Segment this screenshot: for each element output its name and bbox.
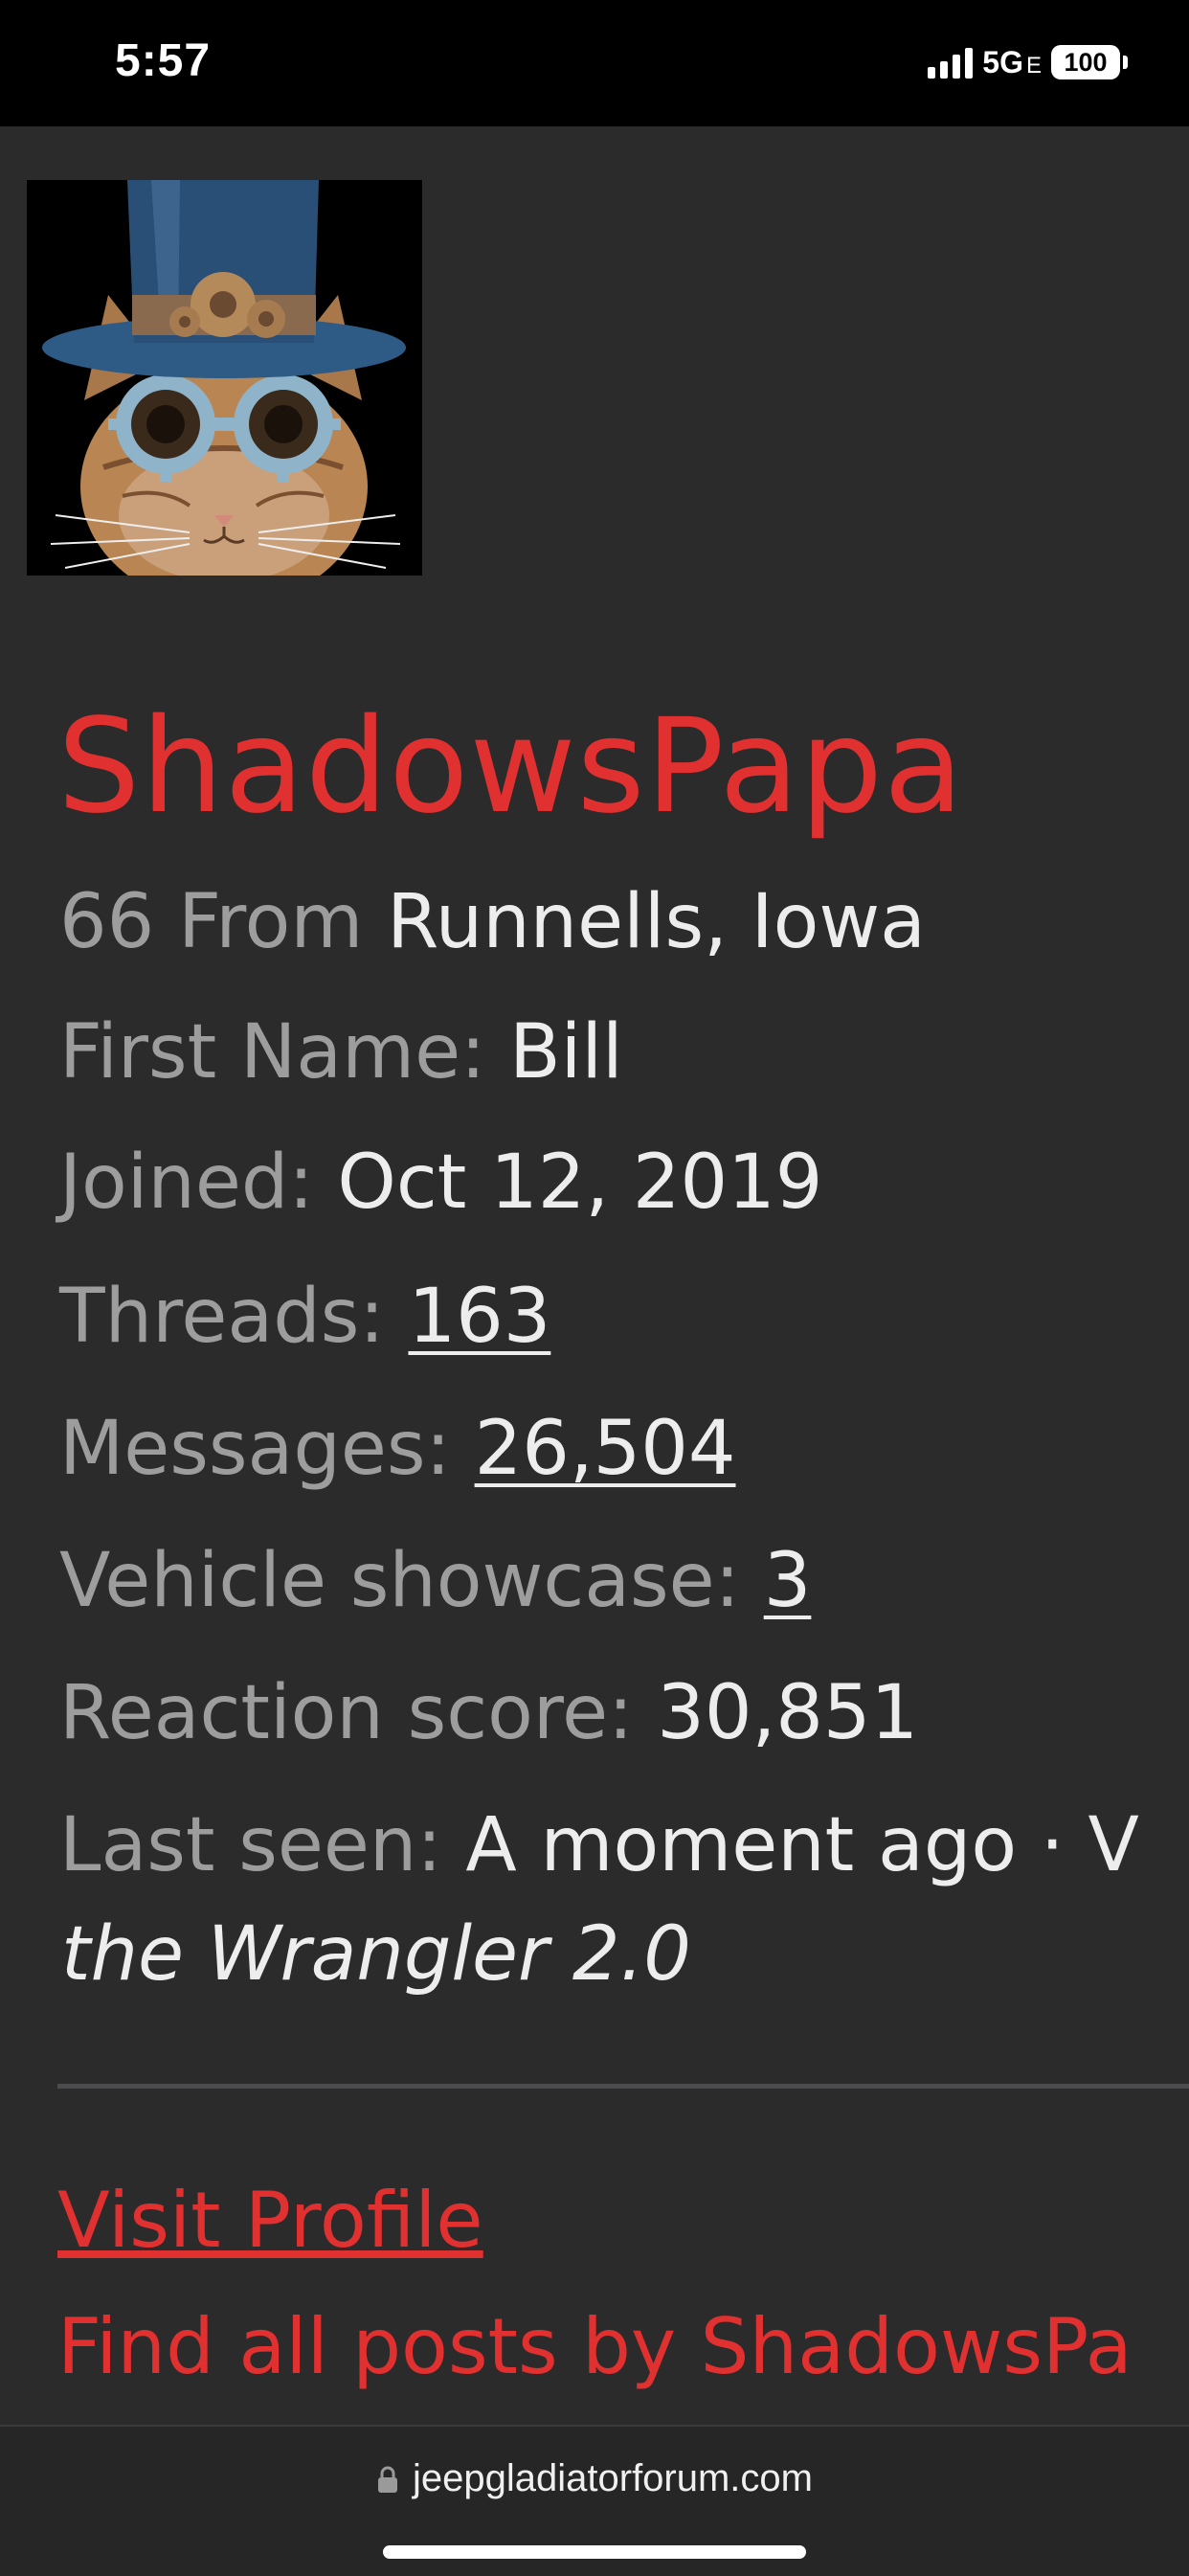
status-indicators: 5G E 100 (928, 42, 1128, 82)
messages-line: Messages: 26,504 (59, 1406, 736, 1492)
network-type: 5G (982, 44, 1023, 79)
home-indicator[interactable] (383, 2545, 806, 2559)
network-indicator: 5G E (982, 45, 1042, 80)
first-name-line: First Name: Bill (59, 1009, 623, 1096)
location: Runnells, Iowa (387, 879, 926, 965)
battery-icon: 100 (1051, 45, 1128, 79)
status-time: 5:57 (115, 35, 212, 86)
reaction-score-label: Reaction score: (59, 1670, 634, 1756)
avatar[interactable] (27, 180, 422, 576)
age-location-line: 66 From Runnells, Iowa (59, 879, 926, 965)
username: ShadowsPapa (57, 691, 965, 843)
joined-line: Joined: Oct 12, 2019 (59, 1140, 822, 1226)
last-seen-activity[interactable]: the Wrangler 2.0 (61, 1911, 691, 1998)
last-seen-label: Last seen: (59, 1802, 442, 1888)
last-seen-value: A moment ago · V (465, 1802, 1139, 1888)
profile-card: ShadowsPapa 66 From Runnells, Iowa First… (0, 126, 1189, 2425)
vehicle-showcase-link[interactable]: 3 (764, 1538, 812, 1624)
lock-icon (378, 2466, 397, 2493)
threads-link[interactable]: 163 (408, 1274, 550, 1360)
joined-label: Joined: (59, 1140, 314, 1226)
messages-label: Messages: (59, 1406, 451, 1492)
threads-line: Threads: 163 (59, 1274, 550, 1360)
vehicle-showcase-label: Vehicle showcase: (59, 1538, 740, 1624)
steampunk-cat-avatar-image (27, 180, 422, 576)
last-seen-line: Last seen: A moment ago · V (59, 1802, 1139, 1888)
visit-profile-link[interactable]: Visit Profile (57, 2176, 483, 2265)
first-name-value: Bill (509, 1009, 623, 1096)
age: 66 (59, 879, 155, 965)
url-row[interactable]: jeepgladiatorforum.com (0, 2457, 1189, 2500)
divider (57, 2084, 1189, 2089)
vehicle-showcase-line: Vehicle showcase: 3 (59, 1538, 811, 1624)
signal-icon (928, 46, 974, 79)
network-suffix: E (1025, 52, 1042, 79)
status-bar: 5:57 5G E 100 (0, 0, 1189, 126)
messages-link[interactable]: 26,504 (475, 1406, 736, 1492)
reaction-score-value: 30,851 (657, 1670, 919, 1756)
url-text[interactable]: jeepgladiatorforum.com (413, 2457, 813, 2500)
browser-address-bar[interactable]: jeepgladiatorforum.com (0, 2425, 1189, 2576)
first-name-label: First Name: (59, 1009, 486, 1096)
joined-value: Oct 12, 2019 (337, 1140, 823, 1226)
reaction-score-line: Reaction score: 30,851 (59, 1670, 918, 1756)
from-label: From (178, 879, 364, 965)
threads-label: Threads: (59, 1274, 385, 1360)
find-all-posts-link[interactable]: Find all posts by ShadowsPa (57, 2302, 1133, 2391)
battery-level: 100 (1051, 45, 1120, 79)
